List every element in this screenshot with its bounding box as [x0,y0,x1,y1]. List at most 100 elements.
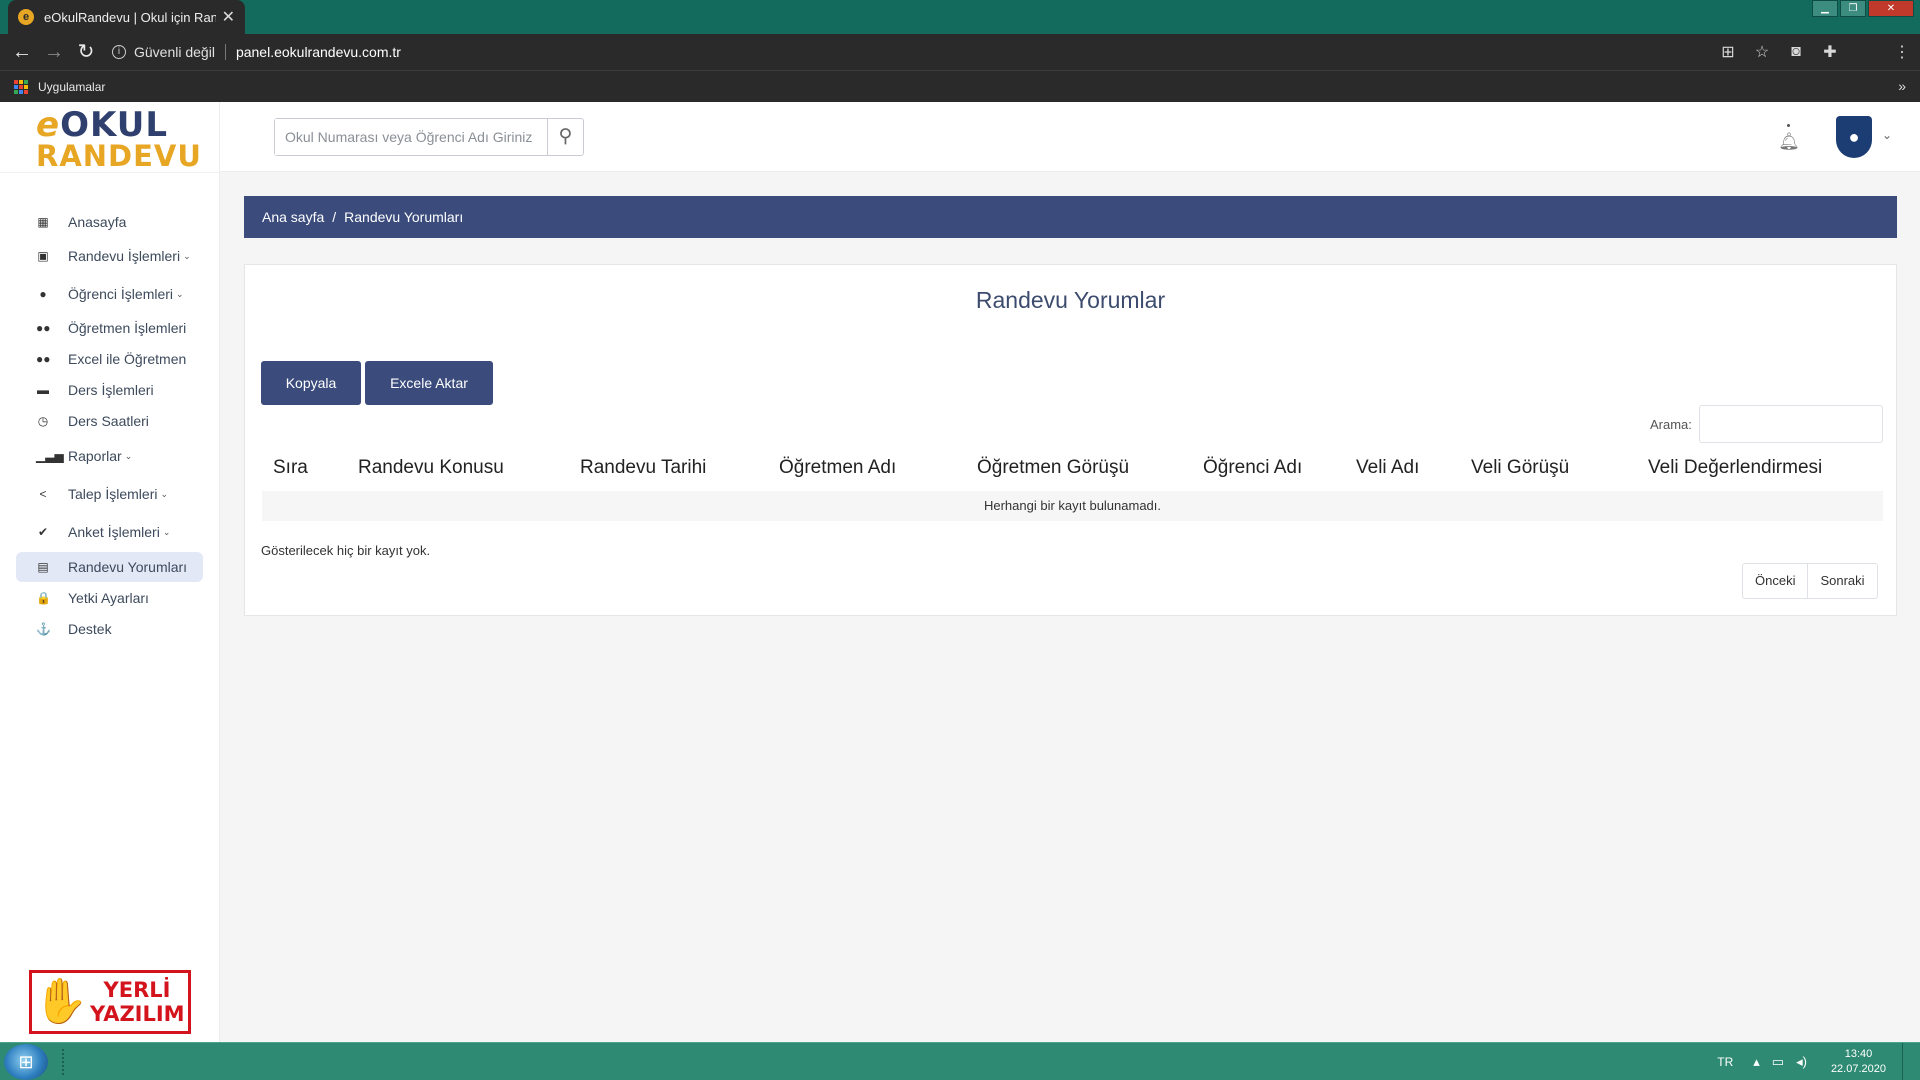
sidebar-item-3[interactable]: ●● Öğretmen İşlemleri [16,313,203,343]
tab-title: eOkulRandevu | Okul için Randev [44,9,216,25]
comment-icon: ▤ [37,560,49,574]
divider [0,172,220,173]
extensions-icon[interactable]: ✚ [1820,42,1840,62]
column-header[interactable]: Sıra [273,457,308,479]
badge-line2: YAZILIM [90,1002,185,1026]
sidebar-item-4[interactable]: ●● Excel ile Öğretmen [16,344,203,374]
column-header[interactable]: Veli Değerlendirmesi [1648,457,1822,479]
table-search-input[interactable] [1699,405,1883,443]
share-icon: < [39,487,47,501]
sidebar-item-label: Ders Saatleri [68,413,149,429]
clock[interactable]: 13:40 22.07.2020 [1831,1047,1886,1077]
column-header[interactable]: Veli Adı [1356,457,1419,479]
dashboard-icon: ▦ [37,215,49,229]
next-page-button[interactable]: Sonraki [1807,564,1876,598]
back-icon[interactable]: ← [6,36,38,68]
sidebar-item-12[interactable]: ⚓ Destek [16,614,203,644]
bookmarks-more-icon[interactable]: » [1898,78,1906,94]
sidebar-item-label: Raporlar [68,448,122,464]
url-text: panel.eokulrandevu.com.tr [235,44,401,60]
prev-page-button[interactable]: Önceki [1743,564,1807,598]
toolbar-actions: ⊞ ☆ ◙ ✚ ⋮ [1718,34,1912,70]
column-header[interactable]: Veli Görüşü [1471,457,1569,479]
column-header[interactable]: Öğrenci Adı [1203,457,1302,479]
minimize-icon[interactable]: ▁ [1812,0,1838,17]
sidebar-item-8[interactable]: < Talep İşlemleri ⌄ [16,479,203,509]
pagination: Önceki Sonraki [1742,563,1878,599]
sidebar-item-6[interactable]: ◷ Ders Saatleri [16,406,203,436]
sidebar-item-2[interactable]: ● Öğrenci İşlemleri ⌄ [16,279,203,309]
user-shield-icon: ● [1848,127,1860,147]
tab-close-icon[interactable]: ✕ [222,7,235,27]
folder-icon: ▬ [37,383,49,397]
table-info: Gösterilecek hiç bir kayıt yok. [261,543,431,558]
sidebar-item-7[interactable]: ▁▃▅ Raporlar ⌄ [16,441,203,471]
sidebar-item-label: Randevu İşlemleri [68,248,181,264]
users-icon: ●● [36,352,51,366]
sidebar-item-5[interactable]: ▬ Ders İşlemleri [16,375,203,405]
breadcrumb-home[interactable]: Ana sayfa [262,209,324,225]
tray-expand-icon[interactable]: ▴ [1753,1054,1760,1070]
sidebar-item-label: Anasayfa [68,214,127,230]
show-desktop-button[interactable] [1902,1043,1910,1080]
browser-toolbar: ← → ↻ i Güvenli değil panel.eokulrandevu… [0,34,1920,70]
page-title: Randevu Yorumlar [975,287,1166,313]
column-header[interactable]: Öğretmen Görüşü [977,457,1129,479]
browser-titlebar: e eOkulRandevu | Okul için Randev ✕ ▁ ❐ … [0,0,1920,34]
bookmark-star-icon[interactable]: ☆ [1752,42,1772,62]
start-button-icon[interactable]: ⊞ [4,1044,48,1080]
clock-date: 22.07.2020 [1830,1063,1886,1075]
sidebar-item-0[interactable]: ▦ Anasayfa [16,207,203,237]
bar-chart-icon: ▁▃▅ [36,449,64,463]
sidebar-item-11[interactable]: 🔒 Yetki Ayarları [16,583,203,613]
chevron-down-icon: ⌄ [176,288,184,299]
site-favicon-icon: e [18,9,34,25]
reload-icon[interactable]: ↻ [70,36,102,68]
column-header[interactable]: Öğretmen Adı [779,457,896,479]
bookmark-apps[interactable]: Uygulamalar [38,80,105,94]
apps-grid-icon[interactable] [14,79,28,94]
user-avatar[interactable]: ● [1836,116,1872,158]
copy-button[interactable]: Kopyala [261,361,361,405]
breadcrumb-separator: / [332,209,337,225]
translate-icon[interactable]: ⊞ [1718,42,1738,62]
sidebar-item-label: Excel ile Öğretmen [68,351,187,367]
notification-bell-icon[interactable]: 🔔︎ [1776,124,1802,154]
app-logo[interactable]: eOKUL RANDEVU [36,108,201,171]
bookmarks-bar: Uygulamalar » [0,70,1920,102]
sidebar-item-1[interactable]: ▣ Randevu İşlemleri ⌄ [16,241,203,271]
clock-icon: ◷ [37,414,49,428]
table-search-label: Arama: [1650,417,1692,432]
sidebar-item-9[interactable]: ✔ Anket İşlemleri ⌄ [16,517,203,547]
forward-icon[interactable]: → [38,36,70,68]
export-excel-button[interactable]: Excele Aktar [365,361,493,405]
info-icon[interactable]: i [112,45,126,59]
chevron-down-icon[interactable]: ⌄ [1882,128,1892,142]
security-label: Güvenli değil [134,44,215,60]
address-bar[interactable]: i Güvenli değil panel.eokulrandevu.com.t… [112,38,1812,66]
search-icon[interactable]: ⚲ [547,119,583,155]
camera-icon[interactable]: ◙ [1786,43,1806,61]
restore-icon[interactable]: ❐ [1840,0,1866,17]
lock-icon: 🔒 [36,591,51,605]
browser-tab[interactable]: e eOkulRandevu | Okul için Randev ✕ [8,0,245,34]
omnibox-separator [224,44,226,60]
notification-dot [1787,124,1790,127]
column-header[interactable]: Randevu Tarihi [580,457,706,479]
window-close-icon[interactable]: ✕ [1868,0,1914,17]
system-tray: TR ▴ ▭ ◂) 13:40 22.07.2020 [1717,1043,1910,1080]
volume-icon[interactable]: ◂) [1796,1054,1807,1070]
sidebar-item-10[interactable]: ▤ Randevu Yorumları [16,552,203,582]
network-icon[interactable]: ▭ [1772,1054,1784,1070]
taskbar-grip [62,1049,68,1075]
student-search-input[interactable] [275,119,547,155]
sidebar-item-label: Ders İşlemleri [68,382,154,398]
chevron-down-icon: ⌄ [162,526,171,537]
column-header[interactable]: Randevu Konusu [358,457,504,479]
sidebar-item-label: Öğrenci İşlemleri [68,286,174,302]
support-icon: ⚓ [36,622,51,636]
sidebar-item-label: Yetki Ayarları [68,590,149,606]
browser-menu-icon[interactable]: ⋮ [1892,42,1912,62]
language-indicator[interactable]: TR [1717,1055,1733,1069]
clock-time: 13:40 [1844,1048,1873,1060]
